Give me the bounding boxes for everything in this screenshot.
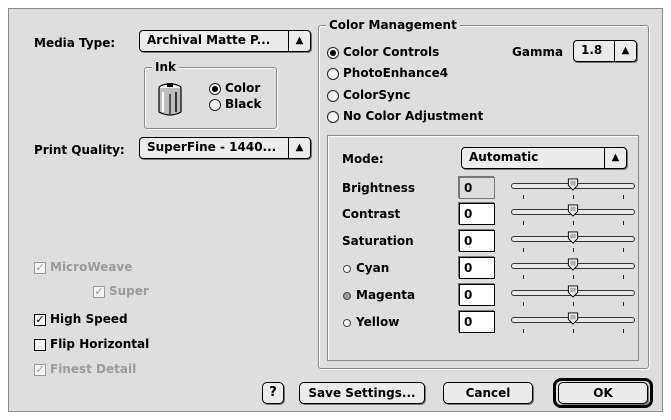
help-button[interactable]: ? [262,382,284,404]
ink-color-label: Color [225,81,261,95]
photoenhance-radio[interactable] [327,68,339,80]
high-speed-label: High Speed [50,312,128,326]
ink-black-radio[interactable] [209,99,221,111]
updown-arrows-icon: ▲ [288,138,310,158]
super-checkbox[interactable]: ✓ [93,286,105,298]
print-quality-value: SuperFine - 1440... [147,140,277,154]
slider-thumb[interactable] [567,231,579,244]
no-color-adjustment-radio[interactable] [327,111,339,123]
no-color-adjustment-label: No Color Adjustment [343,109,484,123]
slider-thumb[interactable] [567,178,579,191]
slider-tick [623,248,624,252]
saturation-field[interactable]: 0 [459,230,495,252]
ok-button[interactable]: OK [558,382,648,404]
slider-tick [623,275,624,279]
print-quality-popup[interactable]: SuperFine - 1440... ▲ [139,137,311,159]
save-settings-button[interactable]: Save Settings... [299,382,425,404]
media-type-value: Archival Matte P... [147,33,271,47]
yellow-dot-icon [343,319,351,327]
slider-tick [523,329,524,333]
microweave-checkbox[interactable]: ✓ [34,262,46,274]
cyan-label: Cyan [356,261,390,275]
slider-tick [623,195,624,199]
magenta-dot-icon [343,292,351,300]
finest-detail-label: Finest Detail [50,362,137,376]
contrast-field[interactable]: 0 [459,203,495,225]
mode-popup[interactable]: Automatic ▲ [461,147,627,169]
cyan-slider[interactable] [511,255,635,281]
saturation-label: Saturation [342,234,414,248]
yellow-label: Yellow [356,315,400,329]
slider-tick [623,329,624,333]
high-speed-checkbox[interactable]: ✓ [34,314,46,326]
saturation-slider[interactable] [511,228,635,254]
microweave-label: MicroWeave [50,260,133,274]
colorsync-radio[interactable] [327,90,339,102]
ink-black-label: Black [225,97,262,111]
color-controls-label: Color Controls [343,45,440,59]
slider-tick [623,221,624,225]
finest-detail-checkbox[interactable]: ✓ [34,364,46,376]
magenta-slider[interactable] [511,282,635,308]
magenta-label: Magenta [356,288,416,302]
flip-horizontal-label: Flip Horizontal [50,337,150,351]
slider-tick [523,275,524,279]
yellow-field[interactable]: 0 [459,311,495,333]
cyan-field[interactable]: 0 [459,257,495,279]
brightness-slider[interactable] [511,175,635,201]
slider-thumb[interactable] [567,258,579,271]
flip-horizontal-checkbox[interactable] [34,339,46,351]
slider-tick [573,329,574,333]
slider-tick [573,302,574,306]
brightness-label: Brightness [342,181,416,195]
color-management-title: Color Management [326,18,460,32]
slider-tick [523,195,524,199]
slider-thumb[interactable] [567,312,579,325]
brightness-field[interactable]: 0 [459,177,495,199]
slider-tick [573,248,574,252]
print-quality-label: Print Quality: [34,143,125,157]
gamma-popup[interactable]: 1.8 ▲ [573,40,637,62]
colorsync-label: ColorSync [343,88,411,102]
slider-tick [573,275,574,279]
color-controls-radio[interactable] [327,47,339,59]
ink-cartridge-icon [158,83,182,116]
updown-arrows-icon: ▲ [614,41,636,61]
ink-color-radio[interactable] [209,83,221,95]
yellow-slider[interactable] [511,309,635,335]
magenta-field[interactable]: 0 [459,284,495,306]
slider-tick [523,248,524,252]
slider-tick [623,302,624,306]
slider-tick [573,221,574,225]
slider-tick [523,221,524,225]
updown-arrows-icon: ▲ [604,148,626,168]
slider-tick [573,195,574,199]
media-type-popup[interactable]: Archival Matte P... ▲ [139,30,311,52]
gamma-value: 1.8 [581,43,603,57]
updown-arrows-icon: ▲ [288,31,310,51]
slider-thumb[interactable] [567,285,579,298]
media-type-label: Media Type: [34,36,116,50]
gamma-label: Gamma [512,45,564,59]
contrast-label: Contrast [342,207,401,221]
ink-group-title: Ink [152,60,179,74]
slider-thumb[interactable] [567,204,579,217]
cancel-button[interactable]: Cancel [443,382,533,404]
print-options-dialog: Media Type: Archival Matte P... ▲ Ink Co… [8,8,663,412]
slider-tick [523,302,524,306]
cyan-dot-icon [343,265,351,273]
mode-value: Automatic [469,150,539,164]
photoenhance-label: PhotoEnhance4 [343,66,449,80]
mode-label: Mode: [342,152,384,166]
super-label: Super [109,284,149,298]
contrast-slider[interactable] [511,201,635,227]
